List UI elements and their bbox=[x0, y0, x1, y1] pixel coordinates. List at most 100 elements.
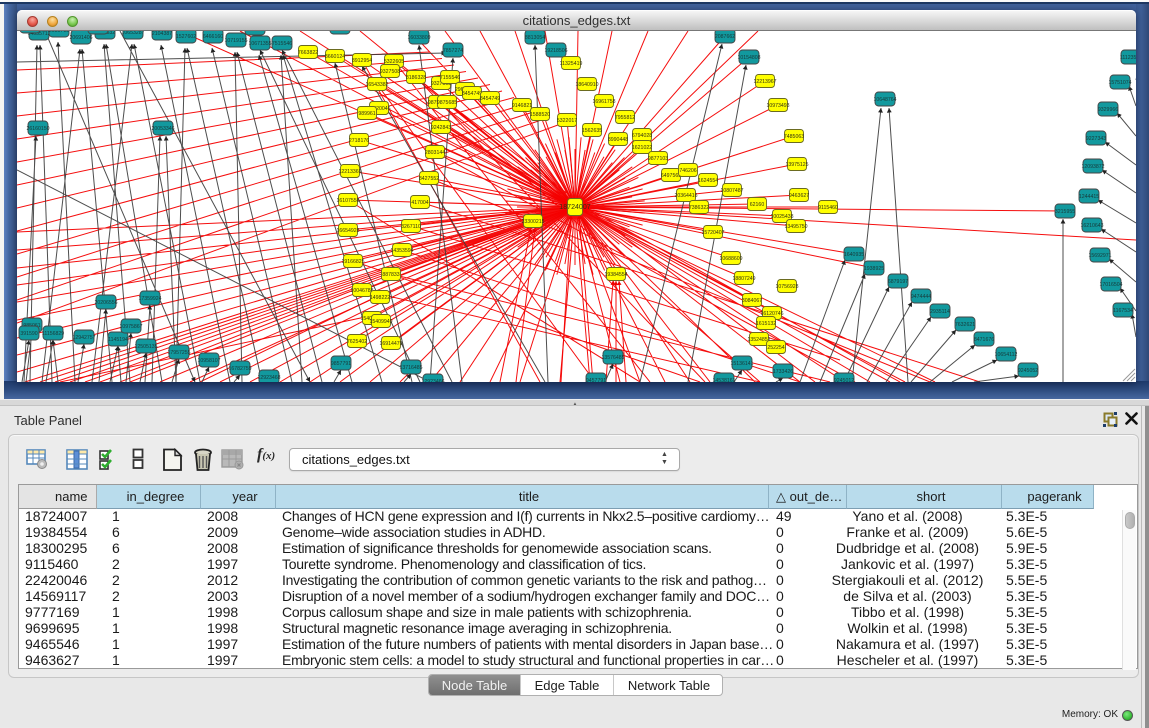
svg-text:8454749: 8454749 bbox=[480, 96, 500, 102]
svg-text:1615132: 1615132 bbox=[756, 321, 776, 327]
svg-text:23300215: 23300215 bbox=[521, 219, 544, 225]
svg-text:10973493: 10973493 bbox=[766, 103, 789, 109]
svg-text:2718176: 2718176 bbox=[349, 138, 369, 144]
svg-text:3084067: 3084067 bbox=[742, 298, 762, 304]
svg-text:19384554: 19384554 bbox=[604, 272, 627, 278]
svg-text:9463627: 9463627 bbox=[789, 193, 809, 199]
svg-text:3267110: 3267110 bbox=[401, 224, 421, 230]
svg-text:1562635: 1562635 bbox=[582, 128, 602, 134]
svg-text:1527602: 1527602 bbox=[176, 34, 196, 40]
svg-text:8186328: 8186328 bbox=[406, 75, 426, 81]
svg-text:13495750: 13495750 bbox=[784, 224, 807, 230]
svg-text:2935114: 2935114 bbox=[930, 309, 950, 315]
svg-text:14353594: 14353594 bbox=[390, 248, 413, 254]
svg-text:13576485: 13576485 bbox=[601, 355, 624, 361]
svg-text:1145194: 1145194 bbox=[108, 337, 128, 343]
svg-text:2055713: 2055713 bbox=[49, 31, 69, 34]
svg-text:9227343: 9227343 bbox=[1086, 136, 1106, 142]
svg-text:1498222: 1498222 bbox=[370, 295, 390, 301]
svg-text:10719155: 10719155 bbox=[224, 38, 247, 44]
svg-text:12505135: 12505135 bbox=[134, 344, 157, 350]
svg-text:5322017: 5322017 bbox=[557, 118, 577, 124]
svg-text:16914479: 16914479 bbox=[379, 341, 402, 347]
svg-text:7485063: 7485063 bbox=[784, 134, 804, 140]
svg-text:8427552: 8427552 bbox=[419, 176, 439, 182]
svg-text:2087662: 2087662 bbox=[715, 34, 735, 40]
svg-text:11156829: 11156829 bbox=[42, 331, 64, 337]
svg-text:12923468: 12923468 bbox=[257, 375, 280, 381]
svg-text:15136141: 15136141 bbox=[730, 361, 753, 367]
svg-text:12923466: 12923466 bbox=[421, 379, 444, 382]
svg-text:7955812: 7955812 bbox=[615, 115, 635, 121]
svg-text:9245052: 9245052 bbox=[1018, 368, 1038, 374]
svg-text:1624554: 1624554 bbox=[698, 178, 718, 184]
svg-text:252254: 252254 bbox=[767, 345, 784, 351]
svg-text:10756928: 10756928 bbox=[775, 284, 798, 290]
svg-text:391590: 391590 bbox=[20, 331, 37, 337]
svg-text:887833: 887833 bbox=[382, 272, 399, 278]
svg-text:8471676: 8471676 bbox=[974, 337, 994, 343]
svg-text:12942757: 12942757 bbox=[72, 335, 95, 341]
svg-text:9242843: 9242843 bbox=[431, 125, 451, 131]
svg-text:1733426: 1733426 bbox=[773, 369, 793, 375]
svg-text:2339221: 2339221 bbox=[245, 31, 265, 32]
svg-text:9474444: 9474444 bbox=[911, 294, 931, 300]
svg-text:13716485: 13716485 bbox=[399, 365, 422, 371]
svg-text:20053346: 20053346 bbox=[151, 126, 174, 132]
svg-text:7663822: 7663822 bbox=[298, 50, 318, 56]
svg-text:1640935: 1640935 bbox=[844, 252, 864, 258]
svg-text:12213369: 12213369 bbox=[338, 169, 361, 175]
svg-text:9115460: 9115460 bbox=[818, 205, 838, 211]
svg-text:15409949: 15409949 bbox=[369, 319, 392, 325]
svg-text:16654928: 16654928 bbox=[336, 228, 359, 234]
svg-text:10688609: 10688609 bbox=[719, 256, 742, 262]
svg-text:7625402: 7625402 bbox=[347, 339, 367, 345]
svg-text:10025438: 10025438 bbox=[770, 214, 793, 220]
svg-text:10975867: 10975867 bbox=[119, 324, 142, 330]
svg-text:10648764: 10648764 bbox=[873, 97, 896, 103]
svg-text:6466160: 6466160 bbox=[203, 34, 223, 40]
svg-text:9146821: 9146821 bbox=[512, 103, 532, 109]
svg-text:8912954: 8912954 bbox=[352, 58, 372, 64]
svg-text:5322605: 5322605 bbox=[384, 59, 404, 65]
svg-text:15692971: 15692971 bbox=[1088, 253, 1111, 259]
svg-text:6879197: 6879197 bbox=[888, 279, 908, 285]
svg-text:12093872: 12093872 bbox=[1081, 164, 1104, 170]
svg-text:8813054: 8813054 bbox=[525, 35, 545, 41]
svg-text:7515546: 7515546 bbox=[272, 41, 292, 47]
svg-text:7155546: 7155546 bbox=[440, 75, 460, 81]
svg-text:8990448: 8990448 bbox=[608, 137, 628, 143]
svg-text:26160150: 26160150 bbox=[26, 126, 49, 132]
svg-text:7632621: 7632621 bbox=[955, 322, 975, 328]
svg-text:8454749: 8454749 bbox=[462, 91, 482, 97]
svg-text:7386322: 7386322 bbox=[689, 205, 709, 211]
svg-text:20206556: 20206556 bbox=[94, 300, 117, 306]
svg-text:1938925: 1938925 bbox=[864, 266, 884, 272]
svg-text:19166825: 19166825 bbox=[341, 259, 364, 265]
svg-text:9327508: 9327508 bbox=[380, 69, 400, 75]
svg-text:16782759: 16782759 bbox=[228, 366, 251, 372]
svg-text:10653287: 10653287 bbox=[121, 31, 144, 36]
svg-text:1621022: 1621022 bbox=[632, 145, 652, 151]
svg-text:16107556: 16107556 bbox=[336, 198, 359, 204]
svg-text:20691406: 20691406 bbox=[69, 35, 92, 41]
svg-text:18640910: 18640910 bbox=[575, 82, 598, 88]
svg-text:9245012: 9245012 bbox=[834, 378, 854, 382]
svg-text:10654112: 10654112 bbox=[995, 352, 1018, 358]
svg-text:18807249: 18807249 bbox=[732, 276, 755, 282]
svg-text:14538161: 14538161 bbox=[712, 378, 735, 382]
svg-text:10154808: 10154808 bbox=[737, 55, 760, 61]
svg-text:1588520: 1588520 bbox=[530, 112, 550, 118]
svg-text:17359924: 17359924 bbox=[138, 296, 161, 302]
svg-text:11325419: 11325419 bbox=[560, 61, 583, 67]
svg-text:11123564: 11123564 bbox=[1120, 55, 1136, 61]
svg-text:746206: 746206 bbox=[679, 168, 696, 174]
svg-text:20364416: 20364416 bbox=[674, 193, 697, 199]
svg-text:989961: 989961 bbox=[358, 111, 375, 117]
svg-text:9857791: 9857791 bbox=[331, 361, 351, 367]
svg-text:18724007: 18724007 bbox=[559, 204, 590, 211]
svg-text:17957255: 17957255 bbox=[167, 350, 190, 356]
svg-text:12213967: 12213967 bbox=[753, 79, 776, 85]
svg-text:17016504: 17016504 bbox=[1099, 282, 1122, 288]
svg-text:1244415: 1244415 bbox=[1079, 194, 1099, 200]
